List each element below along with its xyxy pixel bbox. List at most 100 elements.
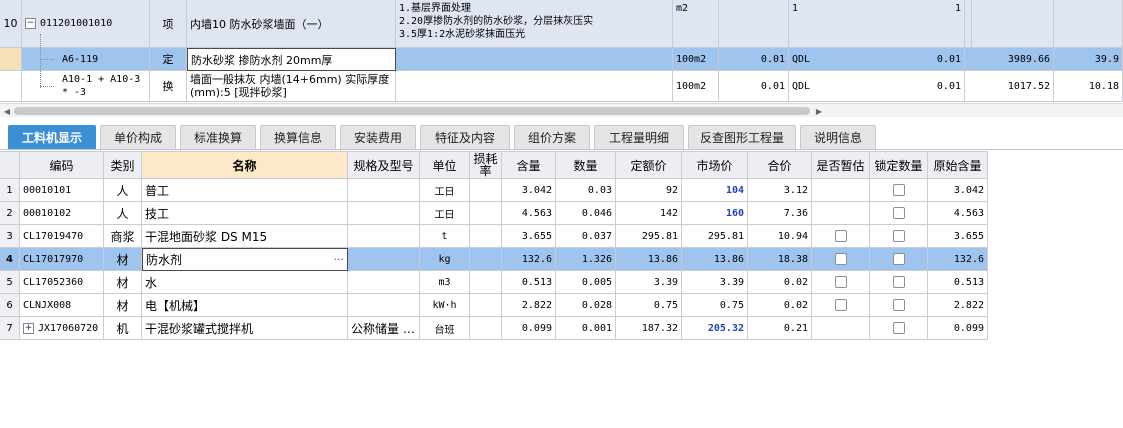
material-name[interactable]: 水 xyxy=(142,271,348,294)
lock-checkbox[interactable] xyxy=(892,276,905,288)
material-unit[interactable]: kW·h xyxy=(420,294,470,317)
material-spec[interactable] xyxy=(348,179,420,202)
estimate-checkbox[interactable] xyxy=(834,253,847,265)
lock-checkbox[interactable] xyxy=(892,253,905,265)
bill-name[interactable]: 内墙10 防水砂浆墙面（一） xyxy=(187,0,396,48)
estimate-checkbox[interactable] xyxy=(834,299,847,311)
quota-row-a10-1[interactable]: A10-1 + A10-3 * -3 换 墙面一般抹灰 内墙(14+6mm) 实… xyxy=(0,71,1123,102)
material-name[interactable]: 干混地面砂浆 DS M15 xyxy=(142,225,348,248)
material-unit[interactable]: 台班 xyxy=(420,317,470,340)
column-header-quantity[interactable]: 数量 xyxy=(556,151,616,179)
material-name[interactable]: 干混砂浆罐式搅拌机 xyxy=(142,317,348,340)
market-price[interactable]: 160 xyxy=(682,202,748,225)
material-row[interactable]: 2 00010102 人 技工 工日 4.563 0.046 142 160 7.36 4.563 xyxy=(0,202,988,225)
scroll-left-icon[interactable]: ◀ xyxy=(1,105,13,117)
tab-install-fee[interactable]: 安装费用 xyxy=(340,125,416,149)
estimate-checkbox[interactable] xyxy=(834,276,847,288)
material-category[interactable]: 材 xyxy=(104,271,142,294)
material-code[interactable]: CL17052360 xyxy=(20,271,104,294)
lock-quantity[interactable] xyxy=(870,225,928,248)
quota-price[interactable]: 0.75 xyxy=(616,294,682,317)
material-row[interactable]: 6 CLNJX008 材 电【机械】 kW·h 2.822 0.028 0.75 0.75 0.0… xyxy=(0,294,988,317)
is-estimate[interactable] xyxy=(812,202,870,225)
lock-checkbox[interactable] xyxy=(892,230,905,242)
quota-price[interactable]: 13.86 xyxy=(616,248,682,271)
quota-price[interactable]: 187.32 xyxy=(616,317,682,340)
content[interactable]: 0.099 xyxy=(502,317,556,340)
lock-checkbox[interactable] xyxy=(892,207,905,219)
quantity[interactable]: 0.03 xyxy=(556,179,616,202)
amount[interactable]: 7.36 xyxy=(748,202,812,225)
material-row[interactable]: 3 CL17019470 商浆 干混地面砂浆 DS M15 t 3.655 0.037 295… xyxy=(0,225,988,248)
market-price[interactable]: 295.81 xyxy=(682,225,748,248)
amount[interactable]: 0.02 xyxy=(748,294,812,317)
column-header-content[interactable]: 含量 xyxy=(502,151,556,179)
scrollbar-thumb[interactable] xyxy=(14,107,810,115)
loss-rate[interactable] xyxy=(470,202,502,225)
column-header-quota-price[interactable]: 定额价 xyxy=(616,151,682,179)
tab-unit-price[interactable]: 单价构成 xyxy=(100,125,176,149)
tab-labor-material-machine[interactable]: 工料机显示 xyxy=(8,125,96,149)
is-estimate[interactable] xyxy=(812,179,870,202)
quota-name-input[interactable]: 防水砂浆 掺防水剂 20mm厚 xyxy=(187,48,396,71)
quantity[interactable]: 0.028 xyxy=(556,294,616,317)
column-header-material-code[interactable]: 编码 xyxy=(20,151,104,179)
material-unit[interactable]: kg xyxy=(420,248,470,271)
content[interactable]: 0.513 xyxy=(502,271,556,294)
column-header-lock-quantity[interactable]: 锁定数量 xyxy=(870,151,928,179)
loss-rate[interactable] xyxy=(470,317,502,340)
material-spec[interactable] xyxy=(348,225,420,248)
material-category[interactable]: 人 xyxy=(104,179,142,202)
market-price[interactable]: 0.75 xyxy=(682,294,748,317)
is-estimate[interactable] xyxy=(812,317,870,340)
column-header-material-unit[interactable]: 单位 xyxy=(420,151,470,179)
material-row[interactable]: 4 CL17017970 材 防水剂 ··· kg 132.6 1.326 13.86 13.86… xyxy=(0,248,988,271)
market-price[interactable]: 13.86 xyxy=(682,248,748,271)
estimate-checkbox[interactable] xyxy=(834,230,847,242)
material-code[interactable]: + JX17060720 xyxy=(20,317,104,340)
column-header-loss-rate[interactable]: 损耗率 xyxy=(470,151,502,179)
content[interactable]: 3.655 xyxy=(502,225,556,248)
material-spec[interactable] xyxy=(348,248,420,271)
original-content[interactable]: 132.6 xyxy=(928,248,988,271)
is-estimate[interactable] xyxy=(812,225,870,248)
lock-quantity[interactable] xyxy=(870,248,928,271)
material-code[interactable]: 00010101 xyxy=(20,179,104,202)
amount[interactable]: 0.21 xyxy=(748,317,812,340)
market-price[interactable]: 205.32 xyxy=(682,317,748,340)
quantity[interactable]: 0.005 xyxy=(556,271,616,294)
loss-rate[interactable] xyxy=(470,225,502,248)
content[interactable]: 3.042 xyxy=(502,179,556,202)
loss-rate[interactable] xyxy=(470,248,502,271)
original-content[interactable]: 0.099 xyxy=(928,317,988,340)
expand-icon[interactable]: + xyxy=(23,322,34,334)
original-content[interactable]: 0.513 xyxy=(928,271,988,294)
original-content[interactable]: 2.822 xyxy=(928,294,988,317)
quantity[interactable]: 0.001 xyxy=(556,317,616,340)
tab-graphic-quantity[interactable]: 反查图形工程量 xyxy=(688,125,796,149)
market-price[interactable]: 3.39 xyxy=(682,271,748,294)
market-price[interactable]: 104 xyxy=(682,179,748,202)
lock-quantity[interactable] xyxy=(870,202,928,225)
column-header-is-estimate[interactable]: 是否暂估 xyxy=(812,151,870,179)
quota-expression[interactable]: QDL 0.01 xyxy=(789,71,965,102)
material-spec[interactable] xyxy=(348,271,420,294)
material-category[interactable]: 商浆 xyxy=(104,225,142,248)
lock-quantity[interactable] xyxy=(870,294,928,317)
loss-rate[interactable] xyxy=(470,179,502,202)
column-header-material-category[interactable]: 类别 xyxy=(104,151,142,179)
bill-code-cell[interactable]: − 011201001010 xyxy=(22,0,150,48)
scroll-right-icon[interactable]: ▶ xyxy=(813,105,825,117)
material-category[interactable]: 材 xyxy=(104,294,142,317)
material-name[interactable]: 技工 xyxy=(142,202,348,225)
amount[interactable]: 0.02 xyxy=(748,271,812,294)
lock-quantity[interactable] xyxy=(870,271,928,294)
amount[interactable]: 10.94 xyxy=(748,225,812,248)
tab-standard-conversion[interactable]: 标准换算 xyxy=(180,125,256,149)
lock-quantity[interactable] xyxy=(870,317,928,340)
material-row[interactable]: 5 CL17052360 材 水 m3 0.513 0.005 3.39 3.39 0.02 0.5… xyxy=(0,271,988,294)
material-unit[interactable]: 工日 xyxy=(420,179,470,202)
is-estimate[interactable] xyxy=(812,248,870,271)
material-name[interactable]: 电【机械】 xyxy=(142,294,348,317)
lock-checkbox[interactable] xyxy=(892,184,905,196)
